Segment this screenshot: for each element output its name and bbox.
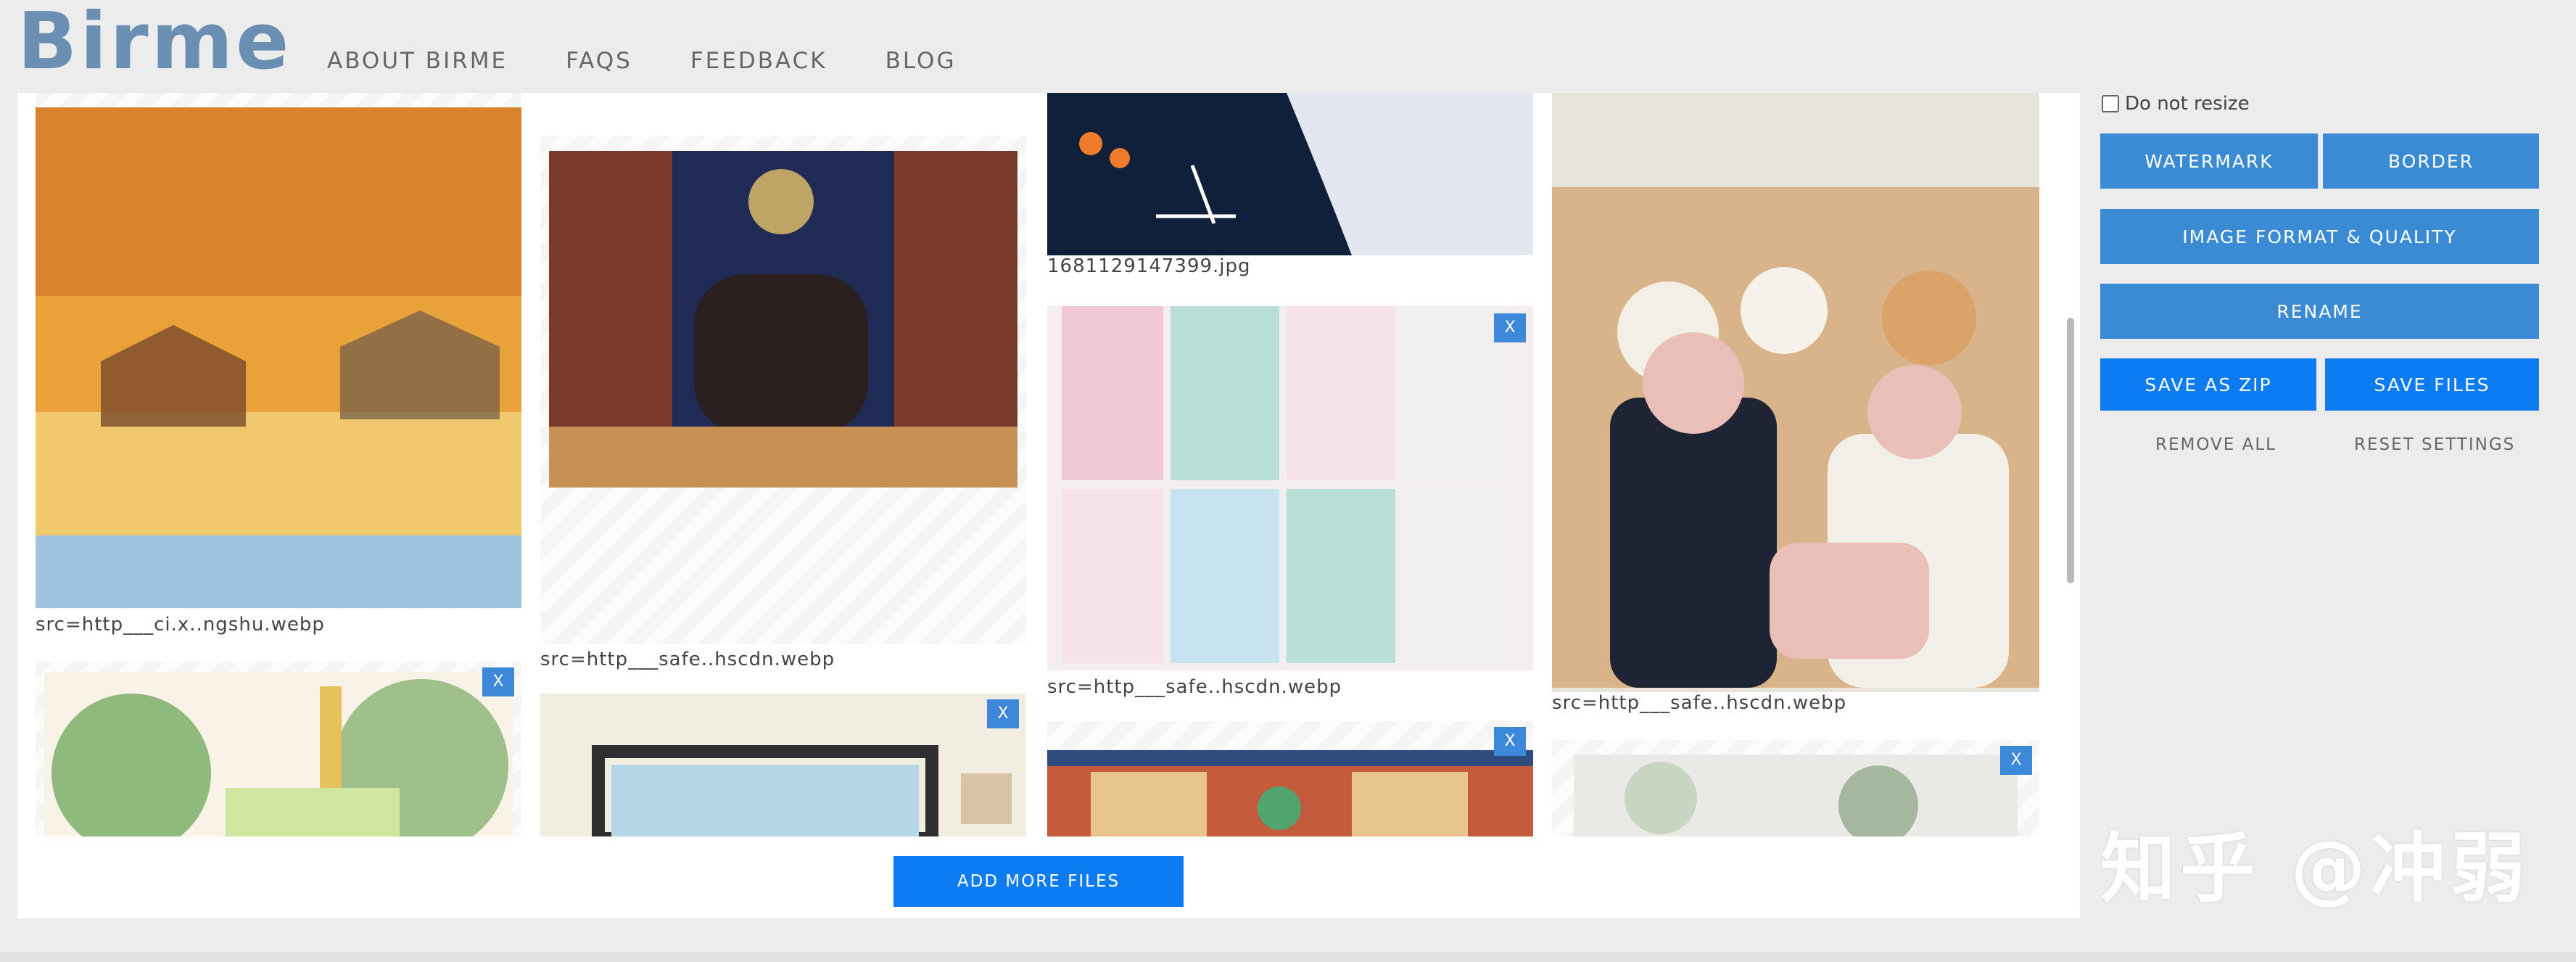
nav-feedback[interactable]: FEEDBACK (690, 48, 827, 74)
image-tile: X (36, 662, 521, 836)
do-not-resize-checkbox[interactable]: Do not resize (2102, 93, 2250, 115)
image-thumbnail (44, 672, 513, 836)
image-gallery[interactable]: src=http___ci.x..ngshu.webp X src=http__… (36, 93, 2059, 836)
remove-all-link[interactable]: REMOVE ALL (2155, 435, 2276, 454)
do-not-resize-label: Do not resize (2125, 93, 2250, 115)
image-thumbnail (1047, 93, 1533, 255)
image-thumbnail (1047, 306, 1533, 670)
image-tile: X src=http___safe..hscdn.webp (1047, 306, 1533, 712)
image-filename: src=http___ci.x..ngshu.webp (36, 614, 325, 636)
rename-button[interactable]: RENAME (2100, 284, 2539, 339)
gallery-scrollbar[interactable] (2067, 318, 2074, 583)
nav-blog[interactable]: BLOG (886, 48, 957, 74)
image-tile: src=http___safe..hscdn.webp (540, 93, 1026, 695)
image-filename: src=http___safe..hscdn.webp (1552, 692, 1847, 714)
image-thumbnail (36, 107, 521, 608)
image-format-quality-button[interactable]: IMAGE FORMAT & QUALITY (2100, 209, 2539, 264)
image-thumbnail (1552, 93, 2039, 692)
image-tile: src=http___safe..hscdn.webp (1552, 93, 2039, 724)
border-button[interactable]: BORDER (2323, 133, 2539, 189)
remove-image-button[interactable]: X (1494, 313, 1526, 342)
checkbox-box[interactable] (2102, 95, 2119, 112)
image-filename: src=http___safe..hscdn.webp (1047, 676, 1342, 698)
site-watermark: 知乎 @冲弱 (2100, 824, 2530, 913)
add-more-files-button[interactable]: ADD MORE FILES (893, 856, 1184, 907)
birme-logo[interactable]: Birme (17, 1, 292, 83)
remove-image-button[interactable]: X (987, 699, 1019, 728)
remove-image-button[interactable]: X (1494, 727, 1526, 756)
image-filename: 1681129147399.jpg (1047, 255, 1251, 277)
top-nav: ABOUT BIRME FAQS FEEDBACK BLOG (327, 48, 1014, 74)
save-as-zip-button[interactable]: SAVE AS ZIP (2100, 358, 2316, 411)
page-footer-bar (0, 952, 2576, 962)
image-thumbnail (1047, 750, 1533, 836)
image-thumbnail (540, 694, 1026, 836)
reset-settings-link[interactable]: RESET SETTINGS (2354, 435, 2515, 454)
workspace: src=http___ci.x..ngshu.webp X src=http__… (17, 93, 2080, 918)
image-tile: X (540, 694, 1026, 836)
image-tile: src=http___ci.x..ngshu.webp (36, 93, 521, 659)
save-files-button[interactable]: SAVE FILES (2325, 358, 2539, 411)
settings-panel: Do not resize WATERMARK BORDER IMAGE FOR… (2081, 93, 2576, 900)
image-tile: X (1552, 740, 2039, 836)
image-tile: X (1047, 721, 1533, 836)
nav-about[interactable]: ABOUT BIRME (327, 48, 508, 74)
remove-image-button[interactable]: X (482, 667, 514, 696)
image-tile: 1681129147399.jpg (1047, 93, 1533, 289)
image-filename: src=http___safe..hscdn.webp (540, 649, 835, 670)
image-thumbnail (1574, 755, 2018, 836)
watermark-button[interactable]: WATERMARK (2100, 133, 2318, 189)
image-thumbnail (549, 151, 1017, 488)
remove-image-button[interactable]: X (2000, 746, 2032, 775)
nav-faqs[interactable]: FAQS (566, 48, 632, 74)
